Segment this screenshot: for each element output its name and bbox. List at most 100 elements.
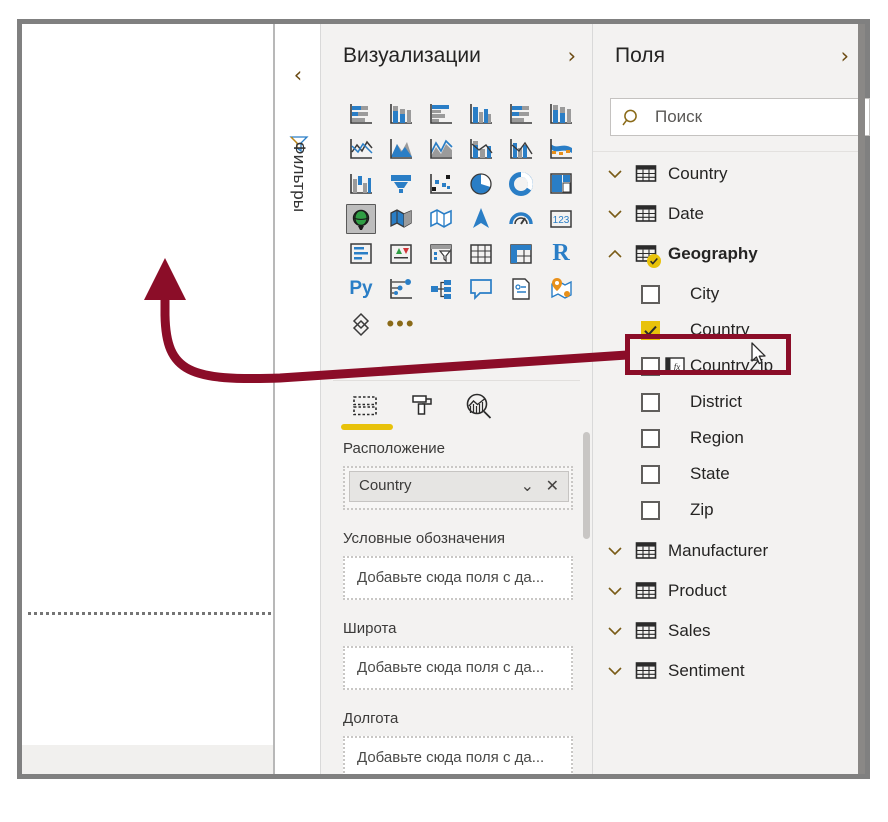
well-placeholder: Добавьте сюда поля с да...	[357, 569, 545, 586]
well-dropzone-0[interactable]: Country ⌄ ✕	[343, 466, 573, 510]
filters-pane-label: Фильтры	[290, 141, 309, 213]
field-label: Region	[690, 428, 744, 447]
line-clustered-column-chart-icon-glyph	[506, 134, 536, 164]
stacked-area-chart-icon[interactable]	[421, 131, 461, 166]
fields-pane: Поля › Поиск Country Date Geography City Cou…	[593, 24, 870, 774]
table-row-product[interactable]: Product	[593, 573, 865, 609]
shape-map-icon[interactable]	[421, 201, 461, 236]
table-label: Sentiment	[668, 661, 745, 680]
treemap-icon[interactable]	[541, 166, 581, 201]
chevron-down-icon[interactable]	[605, 621, 625, 641]
close-icon[interactable]: ✕	[546, 476, 559, 495]
ribbon-chart-icon[interactable]	[541, 131, 581, 166]
azure-map-icon-glyph	[546, 274, 576, 304]
clustered-column-chart-icon[interactable]	[461, 96, 501, 131]
donut-chart-icon[interactable]	[501, 166, 541, 201]
table-row-manufacturer[interactable]: Manufacturer	[593, 533, 865, 569]
table-row-geography[interactable]: Geography	[593, 236, 865, 272]
donut-chart-icon-glyph	[506, 169, 536, 199]
filled-map-icon[interactable]	[381, 201, 421, 236]
search-input[interactable]: Поиск	[610, 98, 870, 136]
ribbon-chart-icon-glyph	[546, 134, 576, 164]
chevron-down-icon[interactable]	[605, 661, 625, 681]
dotted-guide-line	[28, 612, 271, 615]
pie-chart-icon[interactable]	[461, 166, 501, 201]
table-row-sales[interactable]: Sales	[593, 613, 865, 649]
field-row-city[interactable]: City	[593, 276, 865, 312]
chevron-down-icon[interactable]	[605, 204, 625, 224]
area-chart-icon[interactable]	[381, 131, 421, 166]
chevron-down-icon[interactable]	[605, 541, 625, 561]
visualizations-header: Визуализации ›	[321, 24, 592, 90]
field-row-state[interactable]: State	[593, 456, 865, 492]
table-row-sentiment[interactable]: Sentiment	[593, 653, 865, 689]
paginated-report-icon[interactable]	[501, 271, 541, 306]
matrix-icon[interactable]	[501, 236, 541, 271]
format-tab[interactable]	[400, 386, 444, 426]
more-options-icon[interactable]: •••	[381, 306, 421, 341]
line-stacked-column-chart-icon[interactable]	[461, 131, 501, 166]
field-checkbox[interactable]	[641, 284, 660, 304]
report-canvas[interactable]	[22, 24, 275, 745]
field-row-region[interactable]: Region	[593, 420, 865, 456]
scatter-chart-icon[interactable]	[421, 166, 461, 201]
100-stacked-column-chart-icon[interactable]	[541, 96, 581, 131]
chevron-down-icon[interactable]: ⌄	[521, 476, 534, 495]
stacked-bar-chart-icon[interactable]	[341, 96, 381, 131]
fields-tab[interactable]	[343, 386, 387, 426]
field-row-district[interactable]: District	[593, 384, 865, 420]
table-icon	[635, 621, 657, 641]
power-apps-icon[interactable]	[341, 306, 381, 341]
slicer-icon[interactable]	[421, 236, 461, 271]
table-row-date[interactable]: Date	[593, 196, 865, 232]
filters-pane-collapsed[interactable]: ‹ Фильтры	[275, 24, 321, 774]
table-label: Sales	[668, 621, 711, 640]
waterfall-chart-icon[interactable]	[341, 166, 381, 201]
map-icon[interactable]	[341, 201, 381, 236]
fields-scrollbar[interactable]	[858, 24, 865, 774]
100-stacked-bar-chart-icon[interactable]	[501, 96, 541, 131]
multi-row-card-icon[interactable]	[341, 236, 381, 271]
field-row-zip[interactable]: Zip	[593, 492, 865, 528]
well-dropzone-1[interactable]: Добавьте сюда поля с да...	[343, 556, 573, 600]
chevron-right-icon[interactable]: ›	[841, 44, 849, 68]
visualizations-scrollbar[interactable]	[583, 428, 590, 808]
fields-title: Поля	[615, 44, 665, 67]
table-icon	[635, 541, 657, 561]
funnel-chart-icon-glyph	[386, 169, 416, 199]
clustered-bar-chart-icon[interactable]	[421, 96, 461, 131]
chevron-right-icon[interactable]: ›	[568, 44, 576, 68]
gauge-icon[interactable]	[501, 201, 541, 236]
table-row-country[interactable]: Country	[593, 156, 865, 192]
field-checkbox[interactable]	[641, 428, 660, 448]
qa-visual-icon[interactable]	[461, 271, 501, 306]
stacked-column-chart-icon[interactable]	[381, 96, 421, 131]
table-icon[interactable]	[461, 236, 501, 271]
well-dropzone-2[interactable]: Добавьте сюда поля с да...	[343, 646, 573, 690]
python-visual-icon[interactable]: Py	[341, 271, 381, 306]
arcgis-map-icon[interactable]	[461, 201, 501, 236]
visualization-type-grid[interactable]: 123 R Py •••	[341, 96, 581, 341]
field-checkbox[interactable]	[641, 392, 660, 412]
decomposition-tree-icon[interactable]	[421, 271, 461, 306]
funnel-chart-icon[interactable]	[381, 166, 421, 201]
r-script-visual-icon[interactable]: R	[541, 236, 581, 271]
chevron-down-icon[interactable]	[605, 581, 625, 601]
field-checkbox[interactable]	[641, 464, 660, 484]
azure-map-icon[interactable]	[541, 271, 581, 306]
paginated-report-icon-glyph	[506, 274, 536, 304]
key-influencers-icon[interactable]	[381, 271, 421, 306]
kpi-icon[interactable]	[381, 236, 421, 271]
table-label: Manufacturer	[668, 541, 769, 560]
line-clustered-column-chart-icon[interactable]	[501, 131, 541, 166]
chevron-left-icon[interactable]: ‹	[287, 64, 309, 86]
field-chip[interactable]: Country ⌄ ✕	[349, 471, 569, 502]
well-dropzone-3[interactable]: Добавьте сюда поля с да...	[343, 736, 573, 774]
card-icon[interactable]: 123	[541, 201, 581, 236]
scrollbar-thumb[interactable]	[583, 432, 590, 539]
line-chart-icon[interactable]	[341, 131, 381, 166]
field-checkbox[interactable]	[641, 500, 660, 520]
chevron-up-icon[interactable]	[605, 244, 625, 264]
chevron-down-icon[interactable]	[605, 164, 625, 184]
analytics-tab[interactable]	[457, 386, 501, 426]
